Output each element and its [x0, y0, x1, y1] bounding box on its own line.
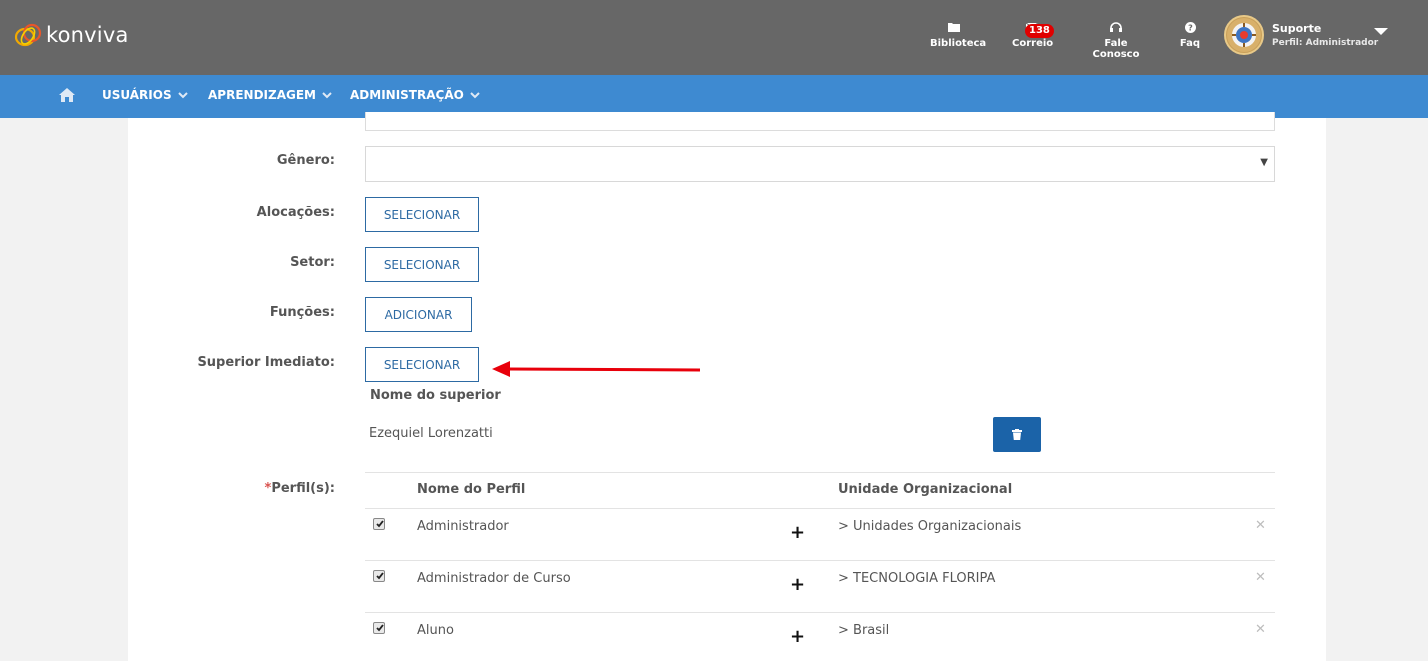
genero-label: Gênero:: [276, 153, 335, 168]
headset-icon: [1084, 22, 1148, 36]
trash-icon: [1012, 425, 1022, 444]
fale-conosco-link[interactable]: Fale Conosco: [1084, 22, 1148, 60]
biblioteca-label: Biblioteca: [930, 38, 987, 49]
nav-administracao-label: ADMINISTRAÇÃO: [350, 88, 464, 102]
perfil-name: Aluno: [417, 623, 454, 638]
remove-row-icon[interactable]: ✕: [1255, 622, 1266, 637]
superior-select-button[interactable]: SELECIONAR: [365, 347, 479, 382]
alocacoes-label: Alocações:: [256, 205, 335, 220]
brand-name: konviva: [46, 23, 129, 47]
plus-icon[interactable]: +: [790, 574, 805, 595]
perfil-name: Administrador: [417, 519, 509, 534]
perfil-unidade: > TECNOLOGIA FLORIPA: [838, 571, 996, 586]
konviva-logo[interactable]: konviva: [14, 22, 129, 48]
alocacoes-select-button[interactable]: SELECIONAR: [365, 197, 479, 232]
user-name[interactable]: Suporte: [1272, 22, 1321, 35]
perfil-checkbox[interactable]: [373, 570, 385, 582]
setor-select-button[interactable]: SELECIONAR: [365, 247, 479, 282]
fale-conosco-label: Fale Conosco: [1092, 38, 1140, 60]
user-avatar[interactable]: [1224, 15, 1264, 55]
select-caret-icon: ▼: [1260, 157, 1268, 168]
nav-aprendizagem-label: APRENDIZAGEM: [208, 88, 316, 102]
table-divider: [365, 560, 1275, 561]
superior-name: Ezequiel Lorenzatti: [369, 426, 493, 441]
nav-usuarios-label: USUÁRIOS: [102, 88, 172, 102]
table-divider: [365, 472, 1275, 473]
perfis-label-text: Perfil(s):: [271, 481, 335, 496]
perfil-unidade: > Unidades Organizacionais: [838, 519, 1022, 534]
superior-column-header: Nome do superior: [370, 388, 501, 403]
previous-field-input[interactable]: [365, 112, 1275, 131]
correio-badge: 138: [1025, 24, 1054, 38]
perfis-label: *Perfil(s):: [135, 481, 335, 496]
nav-aprendizagem[interactable]: APRENDIZAGEM: [208, 88, 332, 102]
plus-icon[interactable]: +: [790, 522, 805, 543]
genero-select[interactable]: ▼: [365, 146, 1275, 182]
faq-link[interactable]: ? Faq: [1178, 22, 1202, 49]
table-divider: [365, 508, 1275, 509]
perfil-checkbox[interactable]: [373, 518, 385, 530]
chevron-down-icon: [322, 88, 332, 102]
annotation-arrow-icon: [492, 361, 701, 377]
biblioteca-link[interactable]: Biblioteca: [930, 22, 986, 49]
perfil-unidade: > Brasil: [838, 623, 890, 638]
nav-administracao[interactable]: ADMINISTRAÇÃO: [350, 88, 480, 102]
remove-row-icon[interactable]: ✕: [1255, 570, 1266, 585]
top-bar: konviva Biblioteca 138 Correio Fale Cono…: [0, 0, 1428, 75]
perfil-checkbox[interactable]: [373, 622, 385, 634]
perfil-name: Administrador de Curso: [417, 571, 571, 586]
question-icon: ?: [1178, 22, 1202, 36]
home-icon[interactable]: [59, 87, 75, 106]
form-area: [157, 118, 1297, 661]
table-divider: [365, 612, 1275, 613]
chevron-down-icon: [177, 88, 188, 102]
nav-usuarios[interactable]: USUÁRIOS: [102, 88, 188, 102]
perfil-name-header: Nome do Perfil: [417, 482, 526, 497]
setor-label: Setor:: [290, 255, 335, 270]
svg-text:?: ?: [1188, 24, 1193, 33]
user-menu-caret-icon[interactable]: [1374, 28, 1388, 35]
folder-icon: [930, 22, 978, 36]
remove-superior-button[interactable]: [993, 417, 1041, 452]
faq-label: Faq: [1179, 38, 1201, 49]
superior-label: Superior Imediato:: [197, 355, 335, 370]
correio-label: Correio: [1012, 38, 1054, 49]
funcoes-label: Funções:: [269, 305, 335, 320]
chevron-down-icon: [470, 88, 480, 102]
user-role: Perfil: Administrador: [1272, 38, 1379, 48]
unidade-header: Unidade Organizacional: [838, 482, 1013, 497]
konviva-logo-icon: [14, 22, 44, 48]
remove-row-icon[interactable]: ✕: [1255, 518, 1266, 533]
funcoes-add-button[interactable]: ADICIONAR: [365, 297, 472, 332]
plus-icon[interactable]: +: [790, 626, 805, 647]
correio-link[interactable]: 138 Correio: [1012, 22, 1054, 49]
